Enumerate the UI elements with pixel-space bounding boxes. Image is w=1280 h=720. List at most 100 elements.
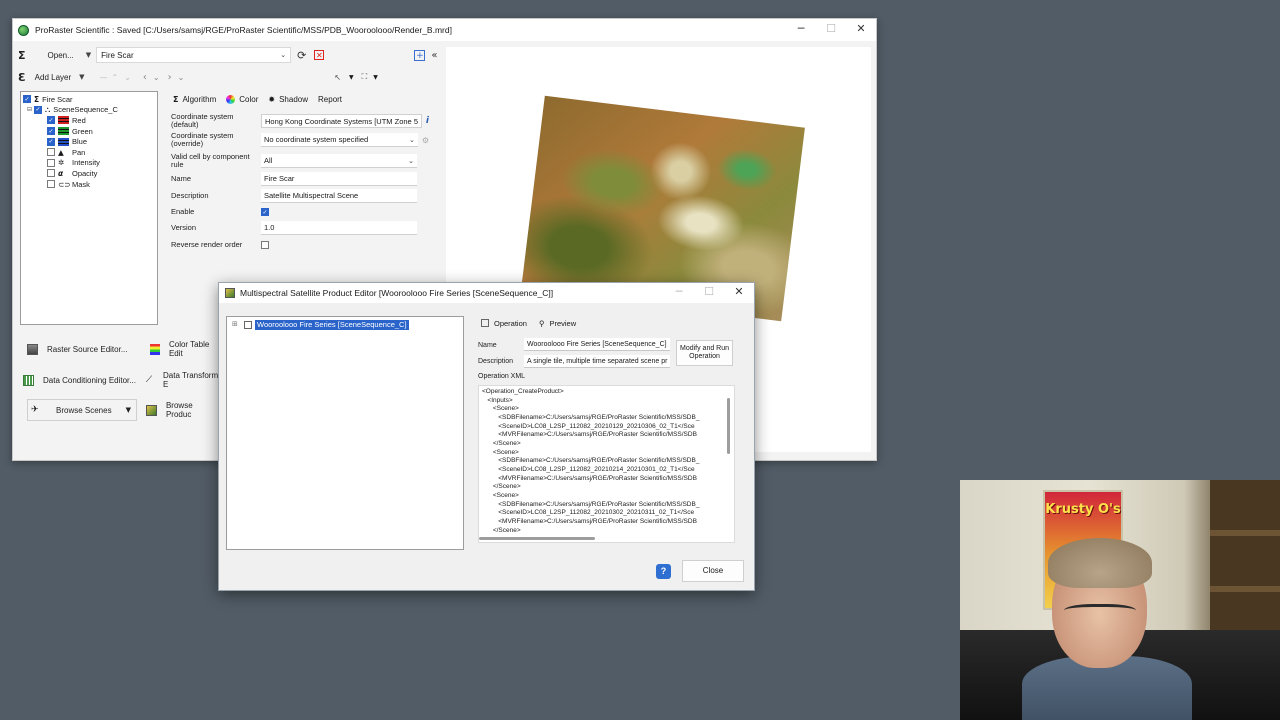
tree-item-mask[interactable]: ⊂⊃ Mask [23,179,155,190]
enable-checkbox[interactable]: ✓ [261,208,269,216]
minimize-icon[interactable]: ─ [664,283,694,303]
coord-default-field[interactable]: Hong Kong Coordinate Systems [UTM Zone 5 [261,114,422,128]
tree-item-fire-scar[interactable]: ✓ Σ Fire Scar [23,94,155,105]
name-label: Name [171,174,192,183]
tab-operation[interactable]: Operation [475,319,533,328]
tab-color[interactable]: Color [221,94,263,104]
tree-item-label: Opacity [72,168,98,178]
xml-vertical-scrollbar[interactable] [727,398,730,454]
xml-line: <SceneID>LC08_L2SP_112082_20210129_20210… [482,422,695,430]
tree-item-red[interactable]: ✓ Red [23,115,155,126]
forward-icon[interactable]: › [168,72,172,83]
tree-item-green[interactable]: ✓ Green [23,126,155,137]
xml-line: </Scene> [482,526,521,534]
tree-item-product[interactable]: Wooroolooo Fire Series [SceneSequence_C] [255,320,409,330]
coord-default-row: Coordinate system (default) Hong Kong Co… [171,113,429,129]
tree-checkbox[interactable] [47,180,55,189]
layer-tree[interactable]: ✓ Σ Fire Scar ⊟ ✓ ⛬ SceneSequence_C ✓ Re… [20,91,158,325]
xml-line: <SDBFilename>C:/Users/samsj/RGE/ProRaste… [482,500,700,508]
modify-run-button[interactable]: Modify and Run Operation [676,340,733,366]
xml-horizontal-scrollbar[interactable] [479,537,595,540]
tree-checkbox[interactable]: ✓ [23,95,31,104]
add-layer-button[interactable]: Ɛ Add Layer ▼ [13,69,90,85]
sigma-icon: Σ [173,94,179,104]
coord-override-select[interactable]: No coordinate system specified ⌄ [261,133,418,147]
dialog-name-input[interactable]: Wooroolooo Fire Series [SceneSequence_C] [524,338,670,351]
expand-icon[interactable]: ⊞ [232,320,238,328]
help-button[interactable]: ? [656,564,671,579]
chevron-down-icon: ▼ [85,51,92,59]
open-button[interactable]: Open... ▼ [43,47,97,63]
pointer-dropdown-icon[interactable]: ▼ [349,74,354,81]
tree-checkbox[interactable]: ✓ [47,116,55,125]
tab-algorithm[interactable]: Σ Algorithm [168,95,221,104]
forward-dropdown-icon[interactable]: ⌄ [178,73,185,82]
refresh-icon[interactable]: ⟳ [297,49,306,62]
tree-checkbox[interactable]: ✓ [47,127,55,136]
raster-source-editor-button[interactable]: Raster Source Editor... [27,338,137,360]
name-input[interactable]: Fire Scar [261,172,417,186]
move-down-icon[interactable]: ⌄ [124,73,131,82]
tree-item-opacity[interactable]: α Opacity [23,168,155,179]
sigma-menu-button[interactable]: Σ [13,47,31,63]
close-icon[interactable]: ✕ [724,283,754,303]
main-title-bar[interactable]: ProRaster Scientific : Saved [C:/Users/s… [13,19,876,41]
data-conditioning-editor-button[interactable]: Data Conditioning Editor... [23,369,141,391]
tab-preview[interactable]: ⚲ Preview [533,319,582,328]
close-icon[interactable]: ✕ [846,19,876,41]
tab-label: Preview [549,318,577,328]
minimize-icon[interactable]: ─ [786,19,816,41]
description-input[interactable]: Satellite Multispectral Scene [261,189,417,203]
move-up-icon[interactable]: ⌃ [112,73,119,82]
xml-line: </Scene> [482,483,521,491]
version-value: 1.0 [264,223,275,232]
color-table-editor-button[interactable]: Color Table Edit [150,338,220,360]
zoom-dropdown-icon[interactable]: ▼ [373,74,378,81]
tree-checkbox[interactable]: ✓ [34,105,42,114]
settings-icon[interactable]: ⚙ [422,136,429,145]
tree-checkbox[interactable] [47,169,55,178]
main-window-title: ProRaster Scientific : Saved [C:/Users/s… [35,25,452,35]
tree-item-scene-sequence[interactable]: ⊟ ✓ ⛬ SceneSequence_C [23,105,155,116]
enable-label: Enable [171,207,195,216]
info-icon[interactable]: i [426,116,429,126]
operation-xml-editor[interactable]: <Operation_CreateProduct> <Inputs> <Scen… [478,385,735,543]
layer-combo[interactable]: Fire Scar ⌄ [96,47,292,63]
zoom-extent-icon[interactable]: ⛶ [362,72,368,82]
tree-item-intensity[interactable]: ✲ Intensity [23,158,155,169]
product-tree[interactable]: ⊞ Wooroolooo Fire Series [SceneSequence_… [226,316,464,550]
history-dropdown-icon[interactable]: ⌄ [153,73,160,82]
red-band-icon [58,116,69,125]
maximize-icon[interactable]: ☐ [694,283,724,303]
tree-checkbox[interactable] [47,148,55,157]
collapse-left-icon[interactable]: « [431,50,437,61]
pan-icon: ▲ [58,147,64,157]
maximize-icon[interactable]: ☐ [816,19,846,41]
valid-cell-select[interactable]: All ⌄ [261,154,417,168]
collapse-icon[interactable]: ⊟ [27,106,34,113]
enable-row: Enable ✓ [171,204,429,220]
browse-scenes-dropdown-icon[interactable]: ▼ [126,406,131,414]
opacity-icon: α [58,168,64,178]
browse-scenes-button[interactable]: ✈ Browse Scenes ▼ [27,399,137,421]
chevron-down-icon: ▼ [79,73,85,81]
reverse-checkbox[interactable] [261,241,269,249]
browse-products-button[interactable]: Browse Produc [146,399,220,421]
version-input[interactable]: 1.0 [261,221,417,235]
remove-icon[interactable]: — [100,73,108,82]
tab-shadow[interactable]: ✹ Shadow [263,95,313,104]
pointer-icon[interactable]: ↖ [334,73,341,82]
close-button[interactable]: Close [682,560,744,582]
tree-checkbox[interactable]: ✓ [47,137,55,146]
tab-report[interactable]: Report [313,95,347,104]
delete-icon[interactable]: ✕ [314,50,325,60]
tree-item-pan[interactable]: ▲ Pan [23,147,155,158]
dialog-title-bar[interactable]: Multispectral Satellite Product Editor [… [219,283,754,303]
add-frame-icon[interactable]: + [414,49,426,61]
data-transform-editor-button[interactable]: ⟋ Data Transform E [144,369,220,391]
back-icon[interactable]: ‹ [143,72,147,83]
dialog-name-value: Wooroolooo Fire Series [SceneSequence_C] [527,340,667,348]
tree-checkbox[interactable] [47,158,55,167]
dialog-description-input[interactable]: A single tile, multiple time separated s… [524,355,670,368]
tree-item-blue[interactable]: ✓ Blue [23,136,155,147]
